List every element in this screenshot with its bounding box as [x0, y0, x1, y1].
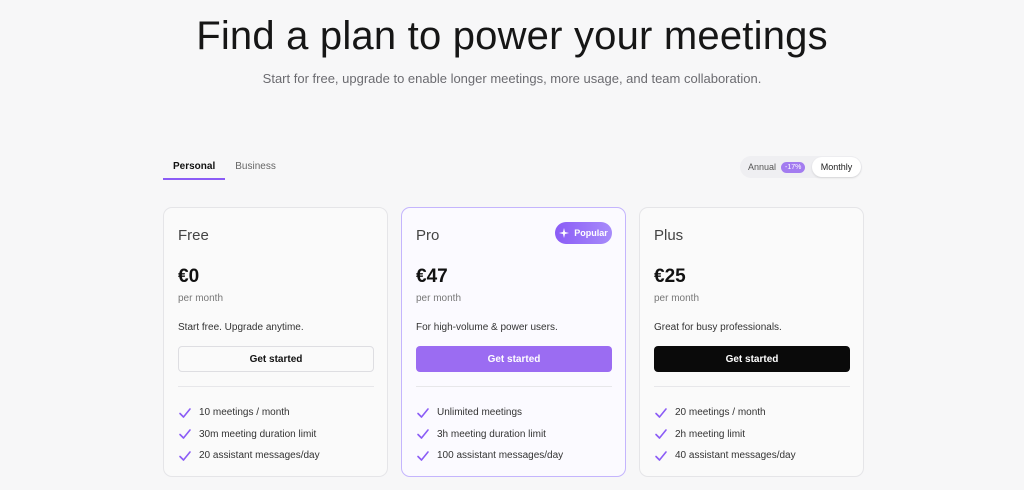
- sparkle-icon: [559, 228, 570, 238]
- feature-label: Unlimited meetings: [437, 407, 523, 419]
- list-item: 20 assistant messages/day: [178, 445, 320, 467]
- feature-list: 20 meetings / month 2h meeting limit 40 …: [654, 402, 796, 467]
- tab-personal[interactable]: Personal: [163, 158, 226, 180]
- divider: [654, 386, 850, 387]
- plan-period: per month: [654, 293, 700, 304]
- plan-name: Plus: [654, 227, 684, 244]
- feature-label: 3h meeting duration limit: [437, 428, 546, 440]
- list-item: Unlimited meetings: [416, 402, 563, 424]
- divider: [416, 386, 612, 387]
- popular-badge: Popular: [555, 222, 612, 244]
- billing-annual-label: Annual: [748, 162, 777, 172]
- plan-description: For high-volume & power users.: [416, 322, 558, 333]
- plan-name: Free: [178, 227, 209, 244]
- feature-label: 100 assistant messages/day: [437, 450, 564, 462]
- billing-annual-option[interactable]: Annual -17%: [740, 156, 806, 178]
- billing-period-toggle: Annual -17% Monthly: [740, 156, 862, 178]
- feature-label: 20 assistant messages/day: [199, 450, 320, 462]
- list-item: 10 meetings / month: [178, 402, 320, 424]
- check-icon: [417, 407, 429, 418]
- plan-period: per month: [178, 293, 224, 304]
- get-started-button[interactable]: Get started: [416, 346, 612, 372]
- feature-list: 10 meetings / month 30m meeting duration…: [178, 402, 320, 467]
- plan-price: €25: [654, 266, 686, 287]
- tab-business[interactable]: Business: [225, 158, 286, 180]
- list-item: 40 assistant messages/day: [654, 445, 796, 467]
- feature-label: 40 assistant messages/day: [675, 450, 796, 462]
- list-item: 30m meeting duration limit: [178, 424, 320, 446]
- check-icon: [655, 429, 667, 440]
- check-icon: [417, 450, 429, 461]
- divider: [178, 386, 374, 387]
- feature-label: 10 meetings / month: [199, 407, 290, 419]
- feature-label: 20 meetings / month: [675, 407, 766, 419]
- check-icon: [417, 429, 429, 440]
- page-title: Find a plan to power your meetings: [196, 14, 828, 58]
- feature-label: 30m meeting duration limit: [199, 428, 317, 440]
- feature-label: 2h meeting limit: [675, 428, 746, 440]
- get-started-button[interactable]: Get started: [654, 346, 850, 372]
- plan-card-pro: Pro Popular €47 per month For high-volum…: [401, 207, 626, 477]
- check-icon: [179, 407, 191, 418]
- check-icon: [655, 450, 667, 461]
- list-item: 20 meetings / month: [654, 402, 796, 424]
- get-started-button[interactable]: Get started: [178, 346, 374, 372]
- plan-period: per month: [416, 293, 462, 304]
- plan-card-plus: Plus €25 per month Great for busy profes…: [639, 207, 864, 477]
- billing-monthly-option[interactable]: Monthly: [812, 157, 861, 177]
- plan-type-tabs: Personal Business: [163, 158, 286, 182]
- page-subtitle: Start for free, upgrade to enable longer…: [262, 71, 762, 86]
- popular-badge-label: Popular: [574, 228, 608, 238]
- plan-description: Great for busy professionals.: [654, 322, 782, 333]
- list-item: 100 assistant messages/day: [416, 445, 563, 467]
- plan-card-free: Free €0 per month Start free. Upgrade an…: [163, 207, 388, 477]
- list-item: 3h meeting duration limit: [416, 424, 563, 446]
- plan-price: €0: [178, 266, 200, 287]
- plan-name: Pro: [416, 227, 440, 244]
- check-icon: [179, 450, 191, 461]
- plan-price: €47: [416, 266, 448, 287]
- list-item: 2h meeting limit: [654, 424, 796, 446]
- plan-description: Start free. Upgrade anytime.: [178, 322, 304, 333]
- check-icon: [655, 407, 667, 418]
- feature-list: Unlimited meetings 3h meeting duration l…: [416, 402, 563, 467]
- discount-badge: -17%: [781, 161, 806, 173]
- check-icon: [179, 429, 191, 440]
